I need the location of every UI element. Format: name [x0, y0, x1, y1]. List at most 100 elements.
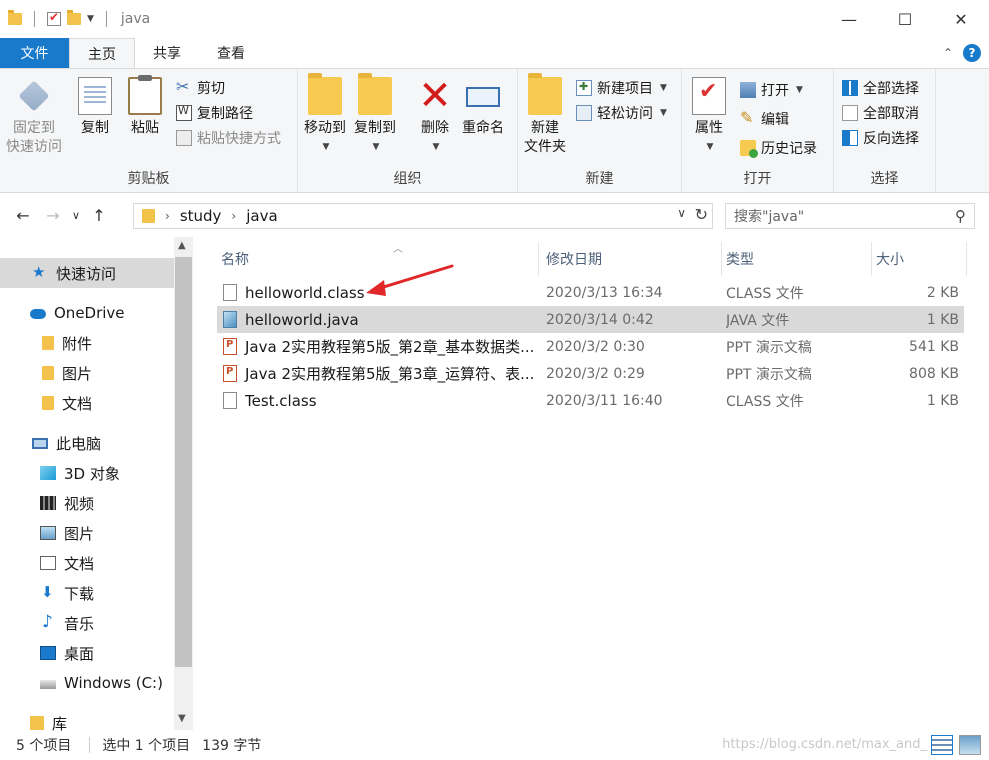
sidebar-item-documents[interactable]: 文档	[0, 548, 174, 578]
search-icon[interactable]: ⚲	[955, 207, 966, 225]
properties-button[interactable]: 属性 ▼	[692, 77, 726, 157]
chevron-down-icon: ▼	[322, 142, 330, 152]
easy-access-button[interactable]: 轻松访问 ▼	[576, 102, 667, 124]
sidebar-item-pictures[interactable]: 图片	[0, 518, 174, 548]
sidebar-item-videos[interactable]: 视频	[0, 488, 174, 518]
pin-icon	[18, 80, 50, 112]
tab-file[interactable]: 文件	[0, 38, 69, 68]
scroll-up-icon[interactable]: ▲	[178, 240, 186, 251]
refresh-icon[interactable]: ↻	[695, 205, 708, 224]
chevron-down-icon: ▼	[796, 85, 803, 95]
table-row[interactable]: helloworld.java 2020/3/14 0:42 JAVA 文件 1…	[217, 306, 964, 333]
cloud-icon	[30, 309, 46, 319]
blank-file-icon	[223, 284, 237, 301]
file-size: 1 KB	[926, 392, 959, 409]
scroll-down-icon[interactable]: ▼	[178, 713, 186, 724]
collapse-ribbon-icon[interactable]: ⌃	[943, 46, 953, 60]
address-bar[interactable]: › study › java ∨ ↻	[133, 203, 713, 229]
table-row[interactable]: Java 2实用教程第5版_第3章_运算符、表... 2020/3/2 0:29…	[217, 360, 964, 387]
select-all-button[interactable]: 全部选择	[842, 77, 919, 99]
sidebar-item-desktop[interactable]: 桌面	[0, 638, 174, 668]
breadcrumb-study[interactable]: study	[180, 207, 222, 225]
details-view-icon[interactable]	[931, 735, 953, 755]
sidebar-item-onedrive-documents[interactable]: 文档	[0, 388, 174, 418]
delete-button[interactable]: ✕ 删除 ▼	[418, 76, 452, 157]
select-none-button[interactable]: 全部取消	[842, 102, 919, 124]
help-icon[interactable]: ?	[963, 44, 981, 62]
large-icons-view-icon[interactable]	[959, 735, 981, 755]
file-name: helloworld.java	[245, 310, 359, 329]
invert-selection-label: 反向选择	[863, 131, 919, 147]
move-to-button[interactable]: 移动到 ▼	[304, 73, 346, 157]
breadcrumb-java[interactable]: java	[246, 207, 277, 225]
sidebar-item-attachments[interactable]: 附件	[0, 328, 174, 358]
history-button[interactable]: 历史记录	[740, 137, 817, 159]
table-row[interactable]: helloworld.class 2020/3/13 16:34 CLASS 文…	[217, 279, 964, 306]
table-row[interactable]: Test.class 2020/3/11 16:40 CLASS 文件 1 KB	[217, 387, 964, 414]
ribbon-tabs: 文件 主页 共享 查看 ⌃ ?	[0, 38, 989, 68]
column-size[interactable]: 大小	[872, 242, 967, 276]
ppt-file-icon	[223, 365, 237, 382]
folder-icon	[42, 396, 54, 410]
column-type[interactable]: 类型	[722, 242, 872, 276]
up-arrow-icon[interactable]: ↑	[84, 206, 114, 225]
sidebar-item-3d-objects[interactable]: 3D 对象	[0, 458, 174, 488]
tab-home[interactable]: 主页	[69, 38, 135, 68]
library-icon	[30, 716, 44, 730]
new-folder-icon[interactable]	[67, 10, 81, 25]
paste-shortcut-icon	[176, 130, 192, 146]
minimize-button[interactable]: —	[821, 0, 877, 38]
pin-to-quick-access-button[interactable]: 固定到 快速访问	[6, 77, 62, 157]
table-row[interactable]: Java 2实用教程第5版_第2章_基本数据类... 2020/3/2 0:30…	[217, 333, 964, 360]
tab-share[interactable]: 共享	[135, 38, 199, 68]
maximize-button[interactable]: ☐	[877, 0, 933, 38]
address-dropdown-icon[interactable]: ∨	[677, 206, 686, 220]
scrollbar-thumb[interactable]	[175, 257, 192, 667]
select-none-label: 全部取消	[863, 106, 919, 122]
sidebar-item-downloads[interactable]: 下载	[0, 578, 174, 608]
sidebar-item-music[interactable]: 音乐	[0, 608, 174, 638]
paste-button[interactable]: 粘贴	[128, 75, 162, 138]
picture-icon	[40, 526, 56, 540]
paste-shortcut-label: 粘贴快捷方式	[197, 131, 281, 147]
sidebar-scrollbar[interactable]: ▲ ▼	[174, 237, 193, 730]
copy-path-button[interactable]: 复制路径	[176, 102, 253, 124]
close-button[interactable]: ✕	[933, 0, 989, 38]
back-arrow-icon[interactable]: ←	[8, 206, 38, 225]
open-button[interactable]: 打开 ▼	[740, 79, 803, 101]
cut-button[interactable]: 剪切	[176, 77, 225, 99]
breadcrumb-chevron-icon[interactable]: ›	[231, 209, 236, 223]
sidebar-item-label: 音乐	[64, 614, 95, 633]
column-date[interactable]: 修改日期	[542, 242, 722, 276]
sidebar-item-onedrive[interactable]: OneDrive	[0, 298, 174, 328]
customize-dropdown-icon[interactable]: ▼	[87, 14, 94, 24]
recent-locations-chevron-icon[interactable]: ∨	[68, 209, 84, 222]
copy-button[interactable]: 复制	[78, 77, 112, 138]
sidebar-item-onedrive-pictures[interactable]: 图片	[0, 358, 174, 388]
file-type: PPT 演示文稿	[726, 366, 812, 383]
invert-selection-button[interactable]: 反向选择	[842, 127, 919, 149]
select-all-label: 全部选择	[863, 81, 919, 97]
paste-shortcut-button[interactable]: 粘贴快捷方式	[176, 127, 281, 149]
copy-path-label: 复制路径	[197, 106, 253, 122]
sidebar-item-quick-access[interactable]: 快速访问	[0, 258, 174, 288]
chevron-down-icon: ▼	[660, 108, 667, 118]
rename-button[interactable]: 重命名	[462, 77, 504, 138]
scissors-icon	[176, 77, 192, 96]
new-item-button[interactable]: 新建项目 ▼	[576, 77, 667, 99]
chevron-down-icon: ▼	[432, 142, 440, 152]
sidebar-item-this-pc[interactable]: 此电脑	[0, 428, 174, 458]
breadcrumb-chevron-icon[interactable]: ›	[165, 209, 170, 223]
copy-to-button[interactable]: 复制到 ▼	[354, 73, 396, 157]
search-box[interactable]: 搜索"java" ⚲	[725, 203, 975, 229]
edit-icon	[740, 108, 756, 127]
computer-icon	[32, 437, 48, 449]
tab-view[interactable]: 查看	[199, 38, 263, 68]
new-folder-button[interactable]: 新建 文件夹	[524, 73, 566, 157]
properties-icon[interactable]	[47, 10, 61, 26]
edit-button[interactable]: 编辑	[740, 108, 789, 130]
forward-arrow-icon[interactable]: →	[38, 206, 68, 225]
file-type: CLASS 文件	[726, 393, 804, 410]
sidebar-item-windows-c[interactable]: Windows (C:)	[0, 668, 174, 698]
file-name-cell: Java 2实用教程第5版_第2章_基本数据类...	[223, 333, 538, 360]
